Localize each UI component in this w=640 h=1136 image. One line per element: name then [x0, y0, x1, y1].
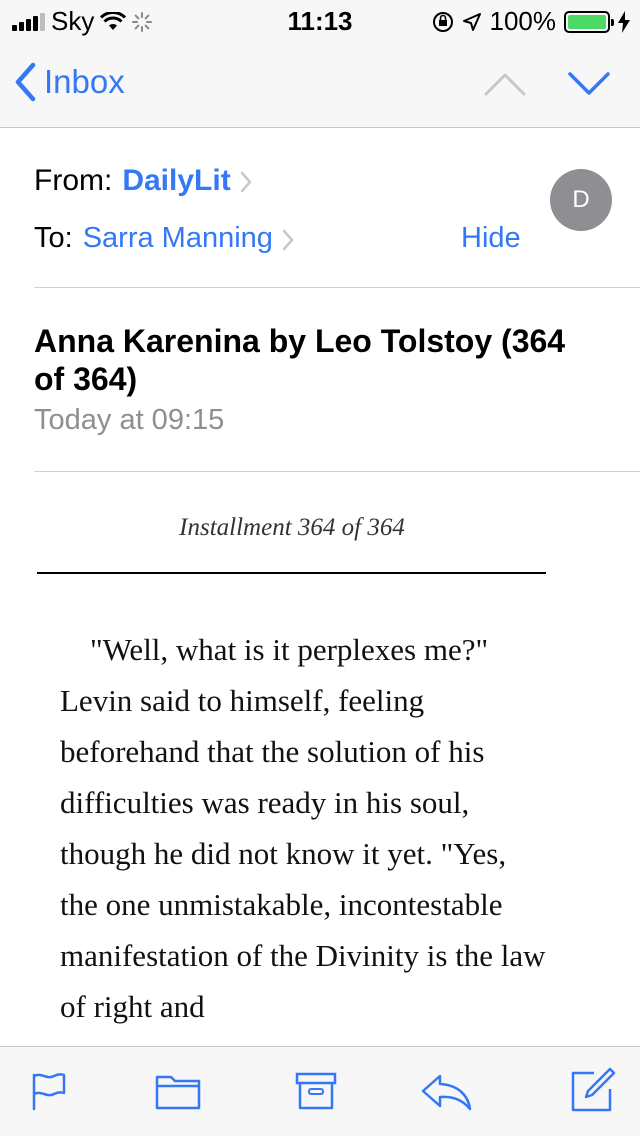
reply-icon[interactable]: [420, 1071, 474, 1111]
charging-bolt-icon: [618, 10, 630, 33]
from-label: From:: [34, 164, 113, 197]
chevron-right-icon: [282, 229, 294, 250]
from-row: From: DailyLit: [34, 164, 253, 198]
battery-icon: [564, 10, 614, 33]
folder-icon[interactable]: [155, 1071, 201, 1111]
divider: [34, 287, 640, 288]
installment-heading: Installment 364 of 364: [179, 514, 405, 541]
message-date: Today at 09:15: [34, 404, 225, 436]
horizontal-rule: [37, 572, 546, 574]
recipient-name[interactable]: Sarra Manning: [83, 222, 273, 255]
message-subject: Anna Karenina by Leo Tolstoy (364 of 364…: [34, 323, 566, 397]
hide-button[interactable]: Hide: [461, 222, 521, 255]
chevron-down-icon[interactable]: [566, 70, 612, 98]
message-body: "Well, what is it perplexes me?" Levin s…: [60, 632, 546, 1024]
bottom-toolbar: [0, 1046, 640, 1136]
back-button[interactable]: Inbox: [14, 62, 125, 102]
status-right: 100%: [432, 6, 630, 37]
chevron-left-icon: [15, 62, 36, 102]
avatar[interactable]: D: [550, 169, 612, 231]
battery-percent: 100%: [489, 6, 557, 36]
orientation-lock-icon: [432, 11, 453, 32]
chevron-right-icon: [240, 171, 251, 193]
sender-name[interactable]: DailyLit: [122, 164, 230, 198]
chevron-up-icon[interactable]: [482, 70, 528, 98]
compose-icon[interactable]: [570, 1067, 616, 1113]
flag-icon[interactable]: [30, 1071, 66, 1111]
divider: [34, 471, 640, 472]
archive-icon[interactable]: [295, 1071, 337, 1111]
status-bar: Sky 11:13 100%: [0, 0, 640, 40]
battery-fill: [568, 14, 606, 29]
to-row: To: Sarra Manning: [34, 222, 295, 255]
location-arrow-icon: [462, 12, 481, 31]
back-label: Inbox: [44, 63, 125, 100]
to-label: To:: [34, 222, 73, 254]
navigation-bar: Inbox: [0, 40, 640, 128]
